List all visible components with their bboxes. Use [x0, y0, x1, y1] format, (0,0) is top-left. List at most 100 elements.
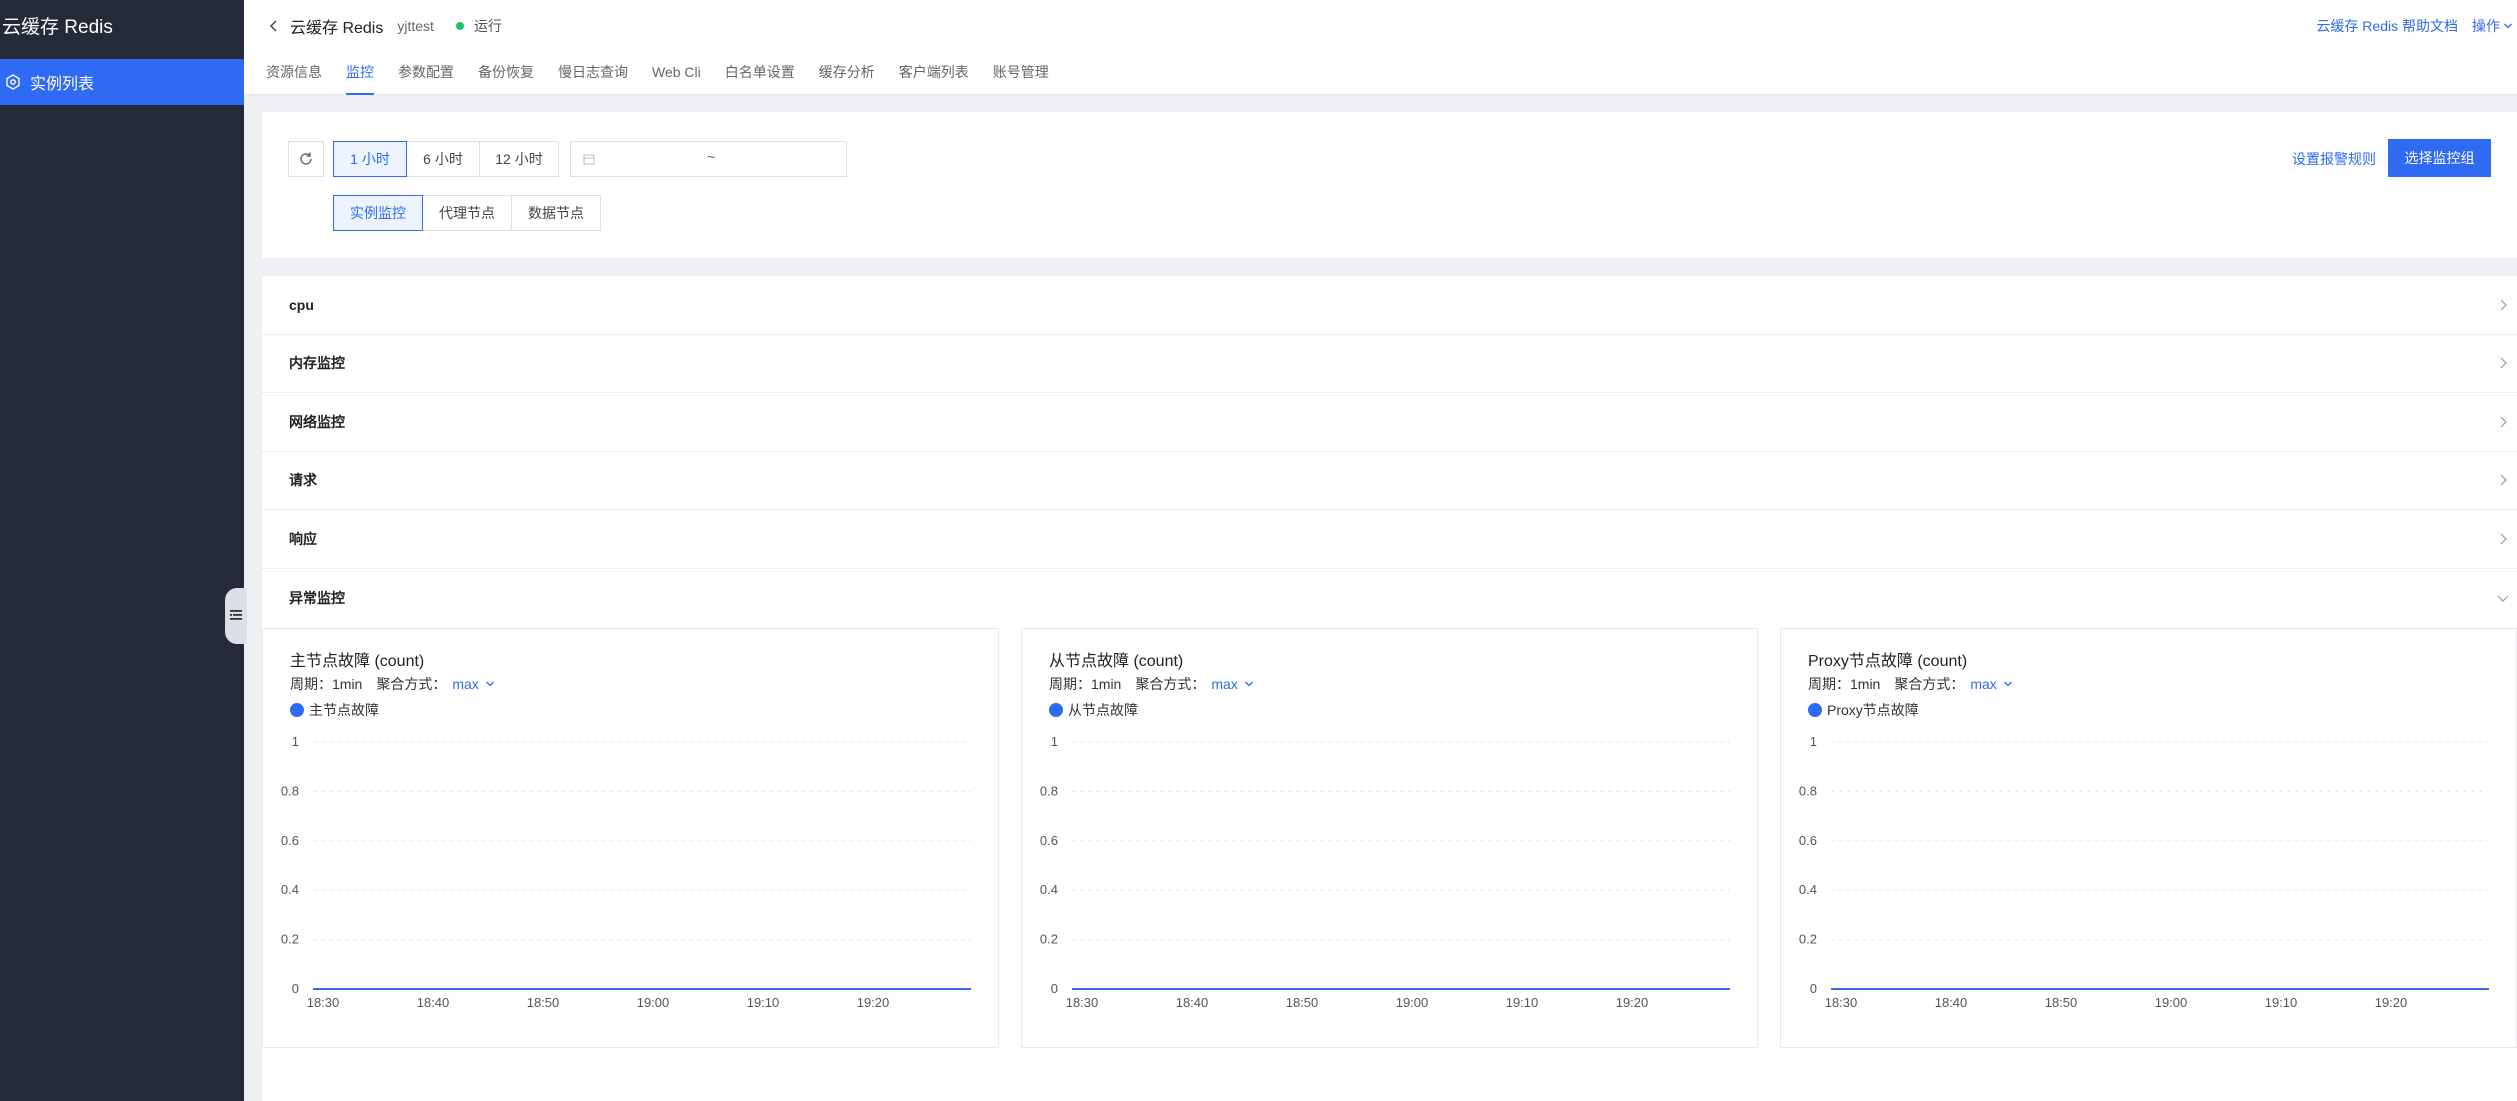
time-range-group: 1 小时 6 小时 12 小时 — [333, 141, 559, 177]
x-tick-label: 19:00 — [2155, 995, 2188, 1010]
chart-legend[interactable]: Proxy节点故障 — [1808, 700, 1919, 720]
agg-value: max — [1970, 676, 1997, 692]
x-tick-label: 18:30 — [1066, 995, 1099, 1010]
chart-legend[interactable]: 从节点故障 — [1049, 700, 1138, 720]
x-tick-label: 19:20 — [1616, 995, 1649, 1010]
y-tick-label: 0.6 — [281, 833, 299, 848]
section-network[interactable]: 网络监控 — [262, 393, 2517, 452]
sidebar: 云缓存 Redis 实例列表 — [0, 0, 244, 1101]
legend-dot — [1808, 703, 1822, 717]
x-tick-label: 19:20 — [2375, 995, 2408, 1010]
page-title: 云缓存 Redis — [290, 20, 384, 37]
y-tick-label: 0 — [292, 981, 299, 996]
tab-resource-info[interactable]: 资源信息 — [266, 58, 322, 95]
range-1h-button[interactable]: 1 小时 — [333, 141, 407, 177]
agg-dropdown[interactable]: max — [1211, 676, 1253, 692]
chevron-right-icon — [2497, 357, 2509, 369]
chevron-right-icon — [2497, 299, 2509, 311]
select-monitor-group-button[interactable]: 选择监控组 — [2388, 139, 2491, 177]
period-label: 周期： — [290, 676, 332, 692]
x-tick-label: 18:30 — [307, 995, 340, 1010]
section-title: 请求 — [289, 472, 317, 489]
tab-bar: 资源信息 监控 参数配置 备份恢复 慢日志查询 Web Cli 白名单设置 缓存… — [266, 58, 1073, 95]
x-tick-label: 19:00 — [1396, 995, 1429, 1010]
section-memory[interactable]: 内存监控 — [262, 335, 2517, 393]
chevron-down-icon — [2497, 592, 2509, 604]
y-tick-label: 0.4 — [1040, 882, 1058, 897]
x-tick-label: 19:10 — [2265, 995, 2298, 1010]
tab-whitelist[interactable]: 白名单设置 — [725, 58, 795, 95]
date-separator: ~ — [707, 149, 716, 165]
tab-backup[interactable]: 备份恢复 — [478, 58, 534, 95]
range-12h-button[interactable]: 12 小时 — [479, 141, 559, 177]
period-label: 周期： — [1808, 676, 1850, 692]
tab-slowlog[interactable]: 慢日志查询 — [558, 58, 628, 95]
y-tick-label: 0.2 — [1040, 932, 1058, 947]
chart-meta: 周期： 1min 聚合方式： max — [1808, 674, 2013, 694]
tab-client-list[interactable]: 客户端列表 — [899, 58, 969, 95]
page-header: 云缓存 Redis yjttest 运行 云缓存 Redis 帮助文档 操作 资… — [244, 0, 2517, 95]
period-value: 1min — [1091, 676, 1122, 692]
agg-value: max — [452, 676, 479, 692]
chart-legend[interactable]: 主节点故障 — [290, 700, 379, 720]
calendar-icon — [583, 153, 595, 165]
agg-label: 聚合方式： — [1894, 676, 1965, 692]
chart-plot: 1 0.8 0.6 0.4 0.2 0 18:30 18:40 18:50 19:00 19:10 1… — [1040, 734, 1730, 1010]
tab-monitoring[interactable]: 监控 — [346, 58, 374, 95]
y-tick-label: 0.8 — [1040, 783, 1058, 798]
chevron-down-icon — [485, 679, 495, 689]
view-data-node-button[interactable]: 数据节点 — [511, 195, 601, 231]
x-tick-label: 18:50 — [527, 995, 560, 1010]
chart-title: 从节点故障 (count) — [1049, 653, 1184, 670]
y-tick-label: 0.2 — [281, 932, 299, 947]
tab-accounts[interactable]: 账号管理 — [993, 58, 1049, 95]
section-title: 异常监控 — [289, 589, 345, 606]
section-cpu[interactable]: cpu — [262, 276, 2517, 335]
back-arrow-icon[interactable] — [268, 19, 282, 33]
date-range-picker[interactable]: ~ — [570, 141, 847, 177]
section-response[interactable]: 响应 — [262, 510, 2517, 569]
operations-dropdown[interactable]: 操作 — [2472, 16, 2513, 36]
x-tick-label: 18:40 — [417, 995, 450, 1010]
agg-dropdown[interactable]: max — [452, 676, 494, 692]
status-badge: 运行 — [473, 18, 502, 34]
help-doc-link[interactable]: 云缓存 Redis 帮助文档 — [2316, 16, 2458, 36]
tab-webcli[interactable]: Web Cli — [652, 58, 701, 95]
agg-value: max — [1211, 676, 1238, 692]
y-tick-label: 0 — [1051, 981, 1058, 996]
section-title: 响应 — [289, 530, 317, 547]
y-tick-label: 1 — [1051, 734, 1058, 749]
tab-params[interactable]: 参数配置 — [398, 58, 454, 95]
view-instance-button[interactable]: 实例监控 — [333, 195, 423, 231]
y-tick-label: 0.8 — [1799, 783, 1817, 798]
x-tick-label: 19:10 — [1506, 995, 1539, 1010]
sidebar-title: 云缓存 Redis — [2, 17, 113, 38]
sidebar-item-instance-list[interactable]: 实例列表 — [0, 59, 244, 105]
view-proxy-button[interactable]: 代理节点 — [422, 195, 512, 231]
chevron-right-icon — [2497, 474, 2509, 486]
section-exceptions[interactable]: 异常监控 — [262, 569, 2517, 628]
x-tick-label: 19:10 — [747, 995, 780, 1010]
x-tick-label: 18:50 — [1286, 995, 1319, 1010]
legend-dot — [290, 703, 304, 717]
y-tick-label: 0.6 — [1799, 833, 1817, 848]
y-tick-label: 0.6 — [1040, 833, 1058, 848]
chevron-down-icon — [2503, 21, 2513, 31]
range-6h-button[interactable]: 6 小时 — [406, 141, 480, 177]
chevron-right-icon — [2497, 533, 2509, 545]
hexagon-icon — [4, 73, 22, 91]
operations-label: 操作 — [2472, 18, 2500, 34]
section-requests[interactable]: 请求 — [262, 452, 2517, 510]
chart-title: Proxy节点故障 (count) — [1808, 653, 1968, 670]
chart-card-proxy: Proxy节点故障 (count) 周期： 1min 聚合方式： max Pro… — [1780, 628, 2517, 1048]
refresh-icon — [298, 151, 314, 167]
alarm-rules-link[interactable]: 设置报警规则 — [2292, 149, 2376, 169]
sidebar-collapse-handle[interactable] — [225, 588, 247, 644]
section-title: 内存监控 — [289, 355, 345, 372]
tab-cache-analysis[interactable]: 缓存分析 — [819, 58, 875, 95]
period-value: 1min — [332, 676, 363, 692]
agg-dropdown[interactable]: max — [1970, 676, 2012, 692]
y-tick-label: 0.8 — [281, 783, 299, 798]
legend-label: 从节点故障 — [1068, 702, 1138, 718]
refresh-button[interactable] — [288, 141, 324, 177]
